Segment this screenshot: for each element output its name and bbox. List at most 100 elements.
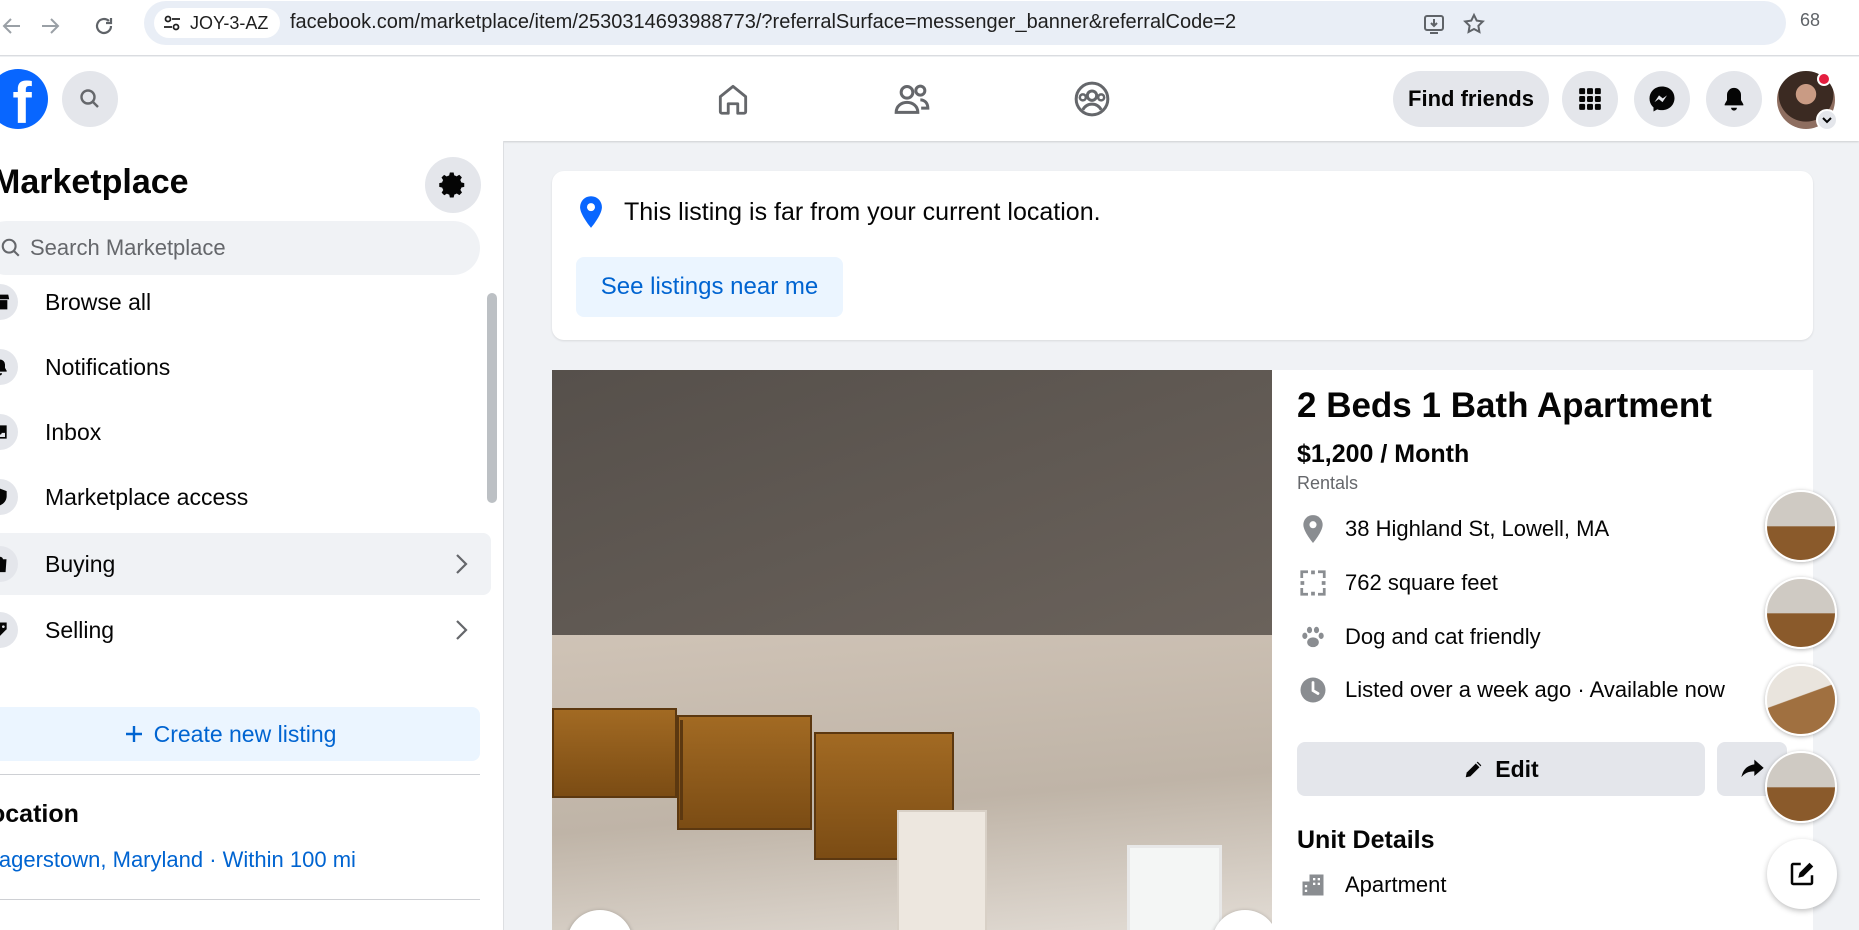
bell-icon: [0, 349, 18, 385]
sidebar-divider: [0, 774, 480, 775]
listing-photo[interactable]: [552, 370, 1272, 930]
create-new-listing-button[interactable]: Create new listing: [0, 707, 480, 761]
sidebar-item-label: Buying: [45, 550, 116, 577]
share-arrow-icon: [1741, 759, 1764, 778]
forward-button[interactable]: [32, 8, 68, 44]
star-icon: [1463, 12, 1485, 34]
see-listings-near-me-button[interactable]: See listings near me: [576, 257, 843, 317]
home-tab[interactable]: [703, 71, 763, 127]
chevron-right-icon: [456, 620, 468, 640]
sidebar-item-notifications[interactable]: Notifications: [0, 336, 491, 398]
marketplace-search[interactable]: [0, 221, 480, 275]
listing-category[interactable]: Rentals: [1297, 473, 1358, 494]
sidebar-item-buying[interactable]: Buying: [0, 533, 491, 595]
address-bar[interactable]: JOY-3-AZ facebook.com/marketplace/item/2…: [144, 1, 1786, 45]
address-text[interactable]: 38 Highland St, Lowell, MA: [1345, 516, 1609, 542]
sidebar-item-browse-all[interactable]: Browse all: [0, 271, 491, 333]
listing-unit-type: Apartment: [1297, 867, 1447, 903]
edit-listing-button[interactable]: Edit: [1297, 742, 1705, 796]
sidebar-item-label: Selling: [45, 616, 115, 643]
reload-button[interactable]: [86, 8, 122, 44]
listing-availability: Listed over a week ago · Available now: [1297, 672, 1725, 708]
sidebar-item-inbox[interactable]: Inbox: [0, 401, 491, 463]
friends-tab[interactable]: [882, 71, 942, 127]
photo-cabinet: [552, 708, 677, 798]
menu-button[interactable]: [1562, 71, 1618, 127]
search-icon: [1, 238, 20, 257]
sidebar-item-label: Notifications: [45, 353, 171, 380]
new-message-button[interactable]: [1767, 839, 1837, 909]
gear-icon: [439, 172, 465, 198]
bell-icon: [1724, 87, 1744, 111]
search-icon: [80, 89, 99, 108]
photo-door: [897, 810, 987, 930]
sidebar-divider: [0, 899, 480, 900]
chevron-down-icon: [1822, 117, 1832, 124]
facebook-logo-letter: f: [12, 71, 32, 129]
listing-price: $1,200 / Month: [1297, 440, 1470, 468]
messenger-button[interactable]: [1634, 71, 1690, 127]
chat-head-listing[interactable]: [1765, 751, 1837, 823]
home-icon: [718, 84, 748, 115]
grid-menu-icon: [1579, 88, 1601, 110]
listing-card: 2 Beds 1 Bath Apartment $1,200 / Month R…: [552, 370, 1813, 930]
location-pin-icon: [1303, 515, 1323, 543]
back-button[interactable]: [0, 8, 30, 44]
notifications-button[interactable]: [1706, 71, 1762, 127]
notification-dot: [1817, 72, 1831, 86]
sidebar-item-label: Browse all: [45, 288, 152, 315]
location-filter-link[interactable]: lagerstown, Maryland · Within 100 mi: [0, 847, 356, 873]
photo-cabinet: [680, 720, 683, 820]
facebook-top-nav: f Find friends: [0, 57, 1859, 141]
install-app-button[interactable]: [1419, 9, 1449, 39]
square-feet-icon: [1300, 570, 1326, 596]
photo-window: [1127, 845, 1222, 930]
location-warning-text: This listing is far from your current lo…: [624, 198, 1101, 226]
chat-head-listing[interactable]: [1765, 664, 1837, 736]
sidebar-item-label: Marketplace access: [45, 483, 249, 510]
listing-title: 2 Beds 1 Bath Apartment: [1297, 386, 1712, 425]
marketplace-settings-button[interactable]: [425, 157, 481, 213]
chat-head-listing[interactable]: [1765, 577, 1837, 649]
extensions-count[interactable]: 68: [1800, 10, 1820, 31]
photo-ceiling: [552, 370, 1272, 635]
create-new-listing-label: Create new listing: [153, 720, 337, 747]
back-arrow-icon: [2, 18, 20, 34]
sidebar-item-selling[interactable]: Selling: [0, 599, 491, 661]
location-heading: ocation: [0, 800, 79, 828]
building-icon: [1302, 874, 1324, 896]
site-info-chip[interactable]: JOY-3-AZ: [154, 8, 281, 38]
shopping-bag-icon: [0, 546, 18, 582]
sidebar-item-marketplace-access[interactable]: Marketplace access: [0, 466, 491, 528]
square-feet-text: 762 square feet: [1345, 570, 1498, 595]
groups-icon: [1074, 81, 1110, 117]
storefront-icon: [0, 284, 18, 320]
find-friends-button[interactable]: Find friends: [1393, 71, 1549, 127]
install-icon: [1424, 15, 1444, 34]
groups-tab[interactable]: [1062, 71, 1122, 127]
pencil-icon: [1466, 761, 1482, 778]
pet-policy-text: Dog and cat friendly: [1345, 624, 1541, 649]
url-text[interactable]: facebook.com/marketplace/item/2530314693…: [290, 11, 1236, 34]
sidebar-item-label: Inbox: [45, 418, 102, 445]
edit-label: Edit: [1495, 755, 1539, 782]
browser-toolbar: JOY-3-AZ facebook.com/marketplace/item/2…: [0, 0, 1859, 56]
reload-icon: [95, 17, 113, 35]
forward-arrow-icon: [42, 18, 60, 34]
search-button[interactable]: [62, 71, 118, 127]
site-settings-icon: [164, 15, 180, 31]
account-menu-chevron[interactable]: [1816, 109, 1838, 131]
photo-cabinet: [677, 715, 812, 830]
compose-icon: [1790, 862, 1814, 886]
location-warning-banner: This listing is far from your current lo…: [552, 171, 1813, 340]
listing-pet-policy: Dog and cat friendly: [1297, 619, 1541, 655]
paw-icon: [1302, 626, 1324, 648]
messenger-icon: [1649, 86, 1675, 112]
bookmark-star-button[interactable]: [1459, 9, 1489, 39]
unit-type-text: Apartment: [1345, 872, 1447, 897]
listing-square-feet: 762 square feet: [1297, 565, 1498, 601]
facebook-logo[interactable]: f: [0, 69, 48, 129]
search-marketplace-input[interactable]: [30, 235, 430, 261]
location-pin-icon: [580, 196, 602, 228]
chat-head-listing[interactable]: [1765, 490, 1837, 562]
